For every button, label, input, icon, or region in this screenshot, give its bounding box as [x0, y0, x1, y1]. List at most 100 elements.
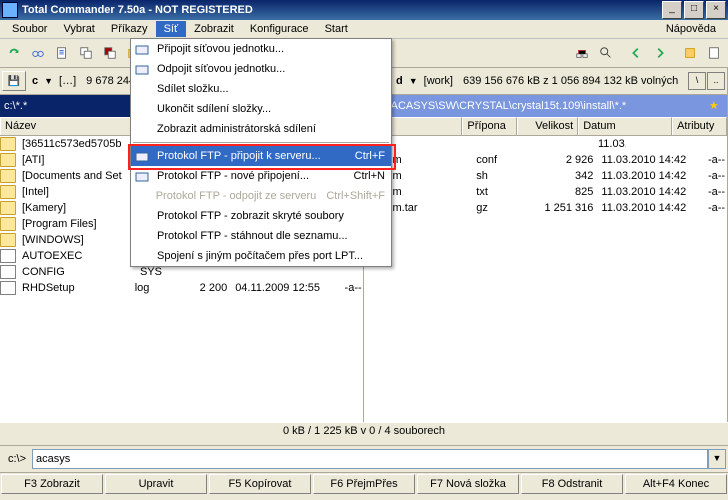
- blank-icon: [133, 81, 151, 97]
- menu-item[interactable]: Sdílet složku...: [131, 79, 391, 99]
- menu-sit[interactable]: Síť: [156, 21, 187, 37]
- menu-item[interactable]: Protokol FTP - stáhnout dle seznamu...: [131, 226, 391, 246]
- menu-prikazy[interactable]: Příkazy: [103, 21, 156, 37]
- right-pathbar[interactable]: ývoj\ACASYS\SW\CRYSTAL\crystal15t.109\in…: [364, 95, 727, 117]
- tb-search-icon[interactable]: [595, 42, 617, 64]
- file-name: CONFIG: [18, 266, 136, 278]
- list-item[interactable]: p_apm conf 2 926 11.03.2010 14:42 -a--: [364, 152, 727, 168]
- folder-icon: [0, 153, 16, 167]
- menu-item[interactable]: Protokol FTP - zobrazit skryté soubory: [131, 206, 391, 226]
- file-name: [Program Files]: [18, 218, 136, 230]
- menu-item[interactable]: Zobrazit administrátorská sdílení: [131, 119, 391, 139]
- menu-soubor[interactable]: Soubor: [4, 21, 55, 37]
- file-attr: -a--: [341, 282, 363, 294]
- menu-zobrazit[interactable]: Zobrazit: [186, 21, 242, 37]
- list-item[interactable]: p_apm.tar gz 1 251 316 11.03.2010 14:42 …: [364, 200, 727, 216]
- star-icon[interactable]: ★: [709, 99, 723, 113]
- tb-edit-icon[interactable]: [51, 42, 73, 64]
- altf4-button[interactable]: Alt+F4 Konec: [625, 474, 727, 494]
- col-size[interactable]: Velikost: [517, 117, 578, 135]
- right-drivebar: 💾 d ▼ [work] 639 156 676 kB z 1 056 894 …: [364, 68, 727, 95]
- menu-item[interactable]: Připojit síťovou jednotku...: [131, 39, 391, 59]
- col-name[interactable]: Název: [0, 117, 150, 135]
- right-file-list[interactable]: 11.03.2010 16:16 ----p_apm conf 2 926 11…: [364, 136, 727, 422]
- tb-fwd-icon[interactable]: [649, 42, 671, 64]
- file-name: [WINDOWS]: [18, 234, 136, 246]
- tb-ftp-icon[interactable]: [571, 42, 593, 64]
- menu-start[interactable]: Start: [317, 21, 356, 37]
- file-date: 11.03.2010 14:42: [597, 202, 704, 214]
- file-size: 825: [530, 186, 598, 198]
- f7-button[interactable]: F7 Nová složka: [417, 474, 519, 494]
- chevron-down-icon[interactable]: ▼: [409, 76, 418, 86]
- menu-item-label: Zobrazit administrátorská sdílení: [157, 123, 375, 135]
- tb-refresh-icon[interactable]: [3, 42, 25, 64]
- menu-item[interactable]: Ukončit sdílení složky...: [131, 99, 391, 119]
- list-item[interactable]: RHDSetup log 2 200 04.11.2009 12:55 -a--: [0, 280, 363, 296]
- command-input[interactable]: [32, 449, 708, 469]
- f5-button[interactable]: F5 Kopírovat: [209, 474, 311, 494]
- menu-sit-dropdown: Připojit síťovou jednotku... Odpojit síť…: [130, 38, 392, 267]
- blank-icon: [133, 208, 151, 224]
- file-name: [Documents and Set: [18, 170, 136, 182]
- menu-item-label: Protokol FTP - zobrazit skryté soubory: [157, 210, 375, 222]
- blank-icon: [133, 248, 151, 264]
- menu-vybrat[interactable]: Vybrat: [55, 21, 102, 37]
- list-item[interactable]: p_apm sh 342 11.03.2010 14:42 -a--: [364, 168, 727, 184]
- menu-konfigurace[interactable]: Konfigurace: [242, 21, 317, 37]
- tb-back-icon[interactable]: [625, 42, 647, 64]
- right-free-space: 639 156 676 kB z 1 056 894 132 kB volnýc…: [459, 75, 682, 87]
- right-root-button[interactable]: \: [688, 72, 706, 90]
- right-drive-label: [work]: [420, 75, 457, 87]
- command-bar: c:\> ▼: [0, 445, 728, 472]
- f8-button[interactable]: F8 Odstranit: [521, 474, 623, 494]
- right-up-button[interactable]: ..: [707, 72, 725, 90]
- tb-tree-icon[interactable]: [679, 42, 701, 64]
- col-ext[interactable]: Přípona: [462, 117, 517, 135]
- chevron-down-icon[interactable]: ▼: [44, 76, 53, 86]
- menu-help[interactable]: Nápověda: [658, 21, 724, 37]
- file-attr: -a--: [704, 202, 727, 214]
- menu-item[interactable]: Spojení s jiným počítačem přes port LPT.…: [131, 246, 391, 266]
- file-date: 11.03.2010 16:16: [594, 138, 626, 150]
- blank-icon: [133, 228, 151, 244]
- file-icon: [0, 265, 16, 279]
- left-drive-letter[interactable]: c: [28, 75, 42, 87]
- f6-button[interactable]: F6 PřejmPřes: [313, 474, 415, 494]
- right-path: ývoj\ACASYS\SW\CRYSTAL\crystal15t.109\in…: [368, 100, 626, 112]
- folder-icon: [0, 185, 16, 199]
- menu-item-label: Ukončit sdílení složky...: [157, 103, 375, 115]
- menu-item-label: Protokol FTP - odpojit ze serveru: [156, 190, 317, 202]
- menu-item[interactable]: Odpojit síťovou jednotku...: [131, 59, 391, 79]
- list-item[interactable]: 11.03.2010 16:16 ----: [364, 136, 727, 152]
- file-name: [ATI]: [18, 154, 136, 166]
- col-date[interactable]: Datum: [578, 117, 672, 135]
- tb-glasses-icon[interactable]: [27, 42, 49, 64]
- tb-notepad-icon[interactable]: [703, 42, 725, 64]
- right-drive-letter[interactable]: d: [392, 75, 407, 87]
- status-bar: 0 kB / 1 225 kB v 0 / 4 souborech: [0, 422, 728, 445]
- command-dropdown-button[interactable]: ▼: [708, 449, 726, 469]
- file-attr: -a--: [704, 186, 727, 198]
- file-date: 11.03.2010 14:42: [597, 154, 704, 166]
- close-button[interactable]: ×: [706, 1, 726, 19]
- app-icon: [2, 2, 18, 18]
- minimize-button[interactable]: _: [662, 1, 682, 19]
- file-ext: txt: [472, 186, 529, 198]
- menu-item[interactable]: Protokol FTP - nové připojení... Ctrl+N: [131, 166, 391, 186]
- tb-move-icon[interactable]: [99, 42, 121, 64]
- f4-button[interactable]: Upravit: [105, 474, 207, 494]
- maximize-button[interactable]: □: [684, 1, 704, 19]
- drive-c-icon[interactable]: 💾: [2, 71, 26, 91]
- file-name: [36511c573ed5705b: [18, 138, 136, 150]
- menu-item[interactable]: Protokol FTP - připojit k serveru... Ctr…: [131, 146, 391, 166]
- tb-copy-icon[interactable]: [75, 42, 97, 64]
- file-attr: -a--: [704, 154, 727, 166]
- folder-icon: [0, 233, 16, 247]
- f3-button[interactable]: F3 Zobrazit: [1, 474, 103, 494]
- file-name: RHDSetup: [18, 282, 131, 294]
- file-ext: sh: [472, 170, 529, 182]
- list-item[interactable]: p_apm txt 825 11.03.2010 14:42 -a--: [364, 184, 727, 200]
- net-connect-icon: [133, 41, 151, 57]
- col-attr[interactable]: Atributy: [672, 117, 727, 135]
